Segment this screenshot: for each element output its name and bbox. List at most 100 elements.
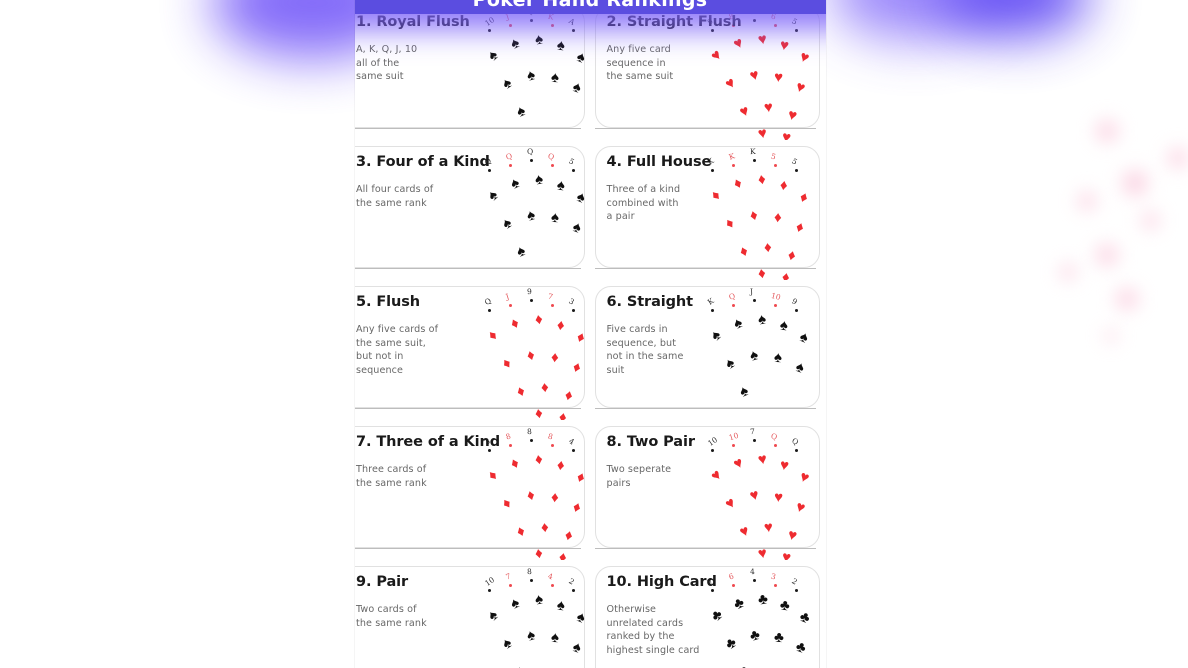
spade-suit-icon: ♠: [483, 606, 502, 625]
diamond-suit-icon: ♦: [507, 454, 522, 473]
entry-divider-rule: [594, 408, 816, 409]
heart-suit-icon: ♥: [797, 47, 812, 68]
spade-suit-icon: ♠: [524, 626, 537, 645]
hand-rank-description: Two cards of the same rank: [356, 604, 427, 629]
diamond-suit-icon: ♦: [549, 488, 559, 507]
club-suit-icon: ♣: [797, 607, 813, 628]
hand-rank-description: Five cards in sequence, but not in the s…: [606, 324, 684, 376]
hand-rank-title: 10. High Card: [606, 574, 717, 590]
heart-suit-icon: ♥: [737, 521, 752, 542]
diamond-suit-icon: ♦: [539, 378, 550, 397]
club-suit-icon: ♣: [737, 662, 752, 668]
spade-suit-icon: ♠: [507, 34, 522, 53]
diamond-suit-icon: ♦: [513, 382, 528, 401]
document-panel: Poker Hand Rankings 10JQKA♠♠♠♠♠♠♠♠♠♠1. R…: [355, 0, 826, 668]
diamond-suit-icon: ♦: [721, 214, 738, 233]
diamond-suit-icon: ♦: [793, 218, 807, 237]
spade-suit-icon: ♠: [483, 186, 502, 205]
heart-suit-icon: ♥: [707, 466, 726, 485]
entry-divider-rule: [355, 128, 581, 129]
heart-suit-icon: ♥: [793, 77, 808, 98]
heart-suit-icon: ♥: [737, 101, 752, 122]
diamond-suit-icon: ♦: [483, 466, 501, 485]
hand-rank-entry-1: 10JQKA♠♠♠♠♠♠♠♠♠♠1. Royal FlushA, K, Q, J…: [355, 0, 591, 140]
pink-decorative-dot: [1060, 264, 1076, 280]
club-suit-icon: ♣: [793, 637, 809, 658]
pink-decorative-dot: [1168, 148, 1188, 168]
purple-glow-blob: [940, 0, 1090, 38]
diamond-suit-icon: ♦: [786, 246, 798, 265]
heart-suit-icon: ♥: [747, 486, 762, 505]
spade-suit-icon: ♠: [533, 30, 544, 49]
spade-suit-icon: ♠: [507, 174, 522, 193]
heart-suit-icon: ♥: [780, 548, 793, 560]
hand-rank-title: 1. Royal Flush: [356, 14, 470, 30]
diamond-suit-icon: ♦: [549, 348, 559, 367]
hand-rank-title: 4. Full House: [606, 154, 712, 170]
hand-rank-description: A, K, Q, J, 10 all of the same suit: [356, 44, 418, 83]
hand-rank-description: All four cards of the same rank: [356, 184, 434, 209]
spade-suit-icon: ♠: [555, 596, 566, 615]
diamond-suit-icon: ♦: [773, 208, 783, 227]
hand-rank-entry-8: 10 10 7 Q Q ♥ ♥ ♥ ♥ ♥ ♥ ♥ ♥ ♥ ♥ ♥ ♥ ♥ ♥ 8. Two Pair Two sepe…: [591, 420, 827, 560]
spade-suit-icon: ♠: [773, 348, 783, 367]
spade-suit-icon: ♠: [747, 346, 761, 365]
diamond-suit-icon: ♦: [763, 238, 773, 257]
spade-suit-icon: ♠: [573, 188, 588, 207]
spade-suit-icon: ♠: [513, 242, 528, 261]
spade-suit-icon: ♠: [756, 310, 768, 329]
diamond-suit-icon: ♦: [747, 206, 760, 225]
club-suit-icon: ♣: [778, 596, 791, 615]
heart-suit-icon: ♥: [722, 73, 739, 94]
spade-suit-icon: ♠: [498, 74, 515, 93]
hand-rank-entry-10: 76432♣♣♣♣♣♣♣♣♣♣10. High CardOtherwise un…: [591, 560, 827, 668]
club-suit-icon: ♣: [747, 625, 762, 646]
spade-suit-icon: ♠: [793, 358, 807, 377]
spade-suit-icon: ♠: [797, 328, 811, 347]
heart-suit-icon: ♥: [773, 488, 784, 507]
spade-suit-icon: ♠: [555, 36, 566, 55]
spade-suit-icon: ♠: [514, 662, 528, 668]
document-title-banner: Poker Hand Rankings: [355, 0, 826, 14]
spade-suit-icon: ♠: [483, 46, 502, 65]
entry-divider-rule: [594, 268, 816, 269]
heart-suit-icon: ♥: [730, 453, 747, 474]
diamond-suit-icon: ♦: [557, 548, 568, 560]
pink-decorative-dot: [1096, 244, 1118, 266]
spade-suit-icon: ♠: [569, 638, 584, 657]
spade-suit-icon: ♠: [549, 628, 560, 647]
hand-rank-title: 8. Two Pair: [606, 434, 696, 450]
heart-suit-icon: ♥: [793, 497, 808, 518]
diamond-suit-icon: ♦: [797, 188, 811, 207]
hand-rank-title: 2. Straight Flush: [606, 14, 742, 30]
entry-divider-rule: [594, 548, 816, 549]
hand-rank-title: 7. Three of a Kind: [356, 434, 500, 450]
heart-suit-icon: ♥: [786, 106, 799, 125]
purple-glow-blob: [830, 0, 1000, 40]
diamond-suit-icon: ♦: [533, 450, 544, 469]
pink-decorative-dot: [1105, 330, 1117, 342]
heart-suit-icon: ♥: [722, 493, 739, 514]
hand-rank-entry-6: K Q J 10 9 ♠ ♠ ♠ ♠ ♠ ♠ ♠ ♠ ♠ ♠ 6. Straight Five cards in…: [591, 280, 827, 420]
diamond-suit-icon: ♦: [780, 268, 792, 280]
entry-divider-rule: [355, 268, 581, 269]
diamond-suit-icon: ♦: [555, 456, 566, 475]
diamond-suit-icon: ♦: [539, 518, 550, 537]
hand-rank-entry-4: K K K 5 5 ♦ ♦ ♦ ♦ ♦ ♦ ♦ ♦ ♦ ♦ ♦ ♦ ♦ ♦ 4. Full House Three of…: [591, 140, 827, 280]
pink-decorative-dot: [1096, 120, 1118, 142]
hand-rank-entry-9: 107842♠♠♠♠♠♠♠♠♠♠9. PairTwo cards of the …: [355, 560, 591, 668]
club-suit-icon: ♣: [756, 590, 770, 609]
club-suit-icon: ♣: [730, 593, 748, 614]
hand-rank-description: Three cards of the same rank: [356, 464, 427, 489]
diamond-suit-icon: ♦: [533, 310, 544, 329]
club-suit-icon: ♣: [722, 633, 740, 654]
diamond-suit-icon: ♦: [573, 328, 588, 347]
heart-suit-icon: ♥: [780, 128, 793, 140]
hand-rank-description: Any five cards of the same suit, but not…: [356, 324, 439, 376]
heart-suit-icon: ♥: [730, 33, 747, 54]
spade-suit-icon: ♠: [555, 176, 566, 195]
spade-suit-icon: ♠: [778, 316, 790, 335]
heart-suit-icon: ♥: [778, 36, 791, 55]
heart-suit-icon: ♥: [786, 526, 799, 545]
spade-suit-icon: ♠: [573, 608, 588, 627]
